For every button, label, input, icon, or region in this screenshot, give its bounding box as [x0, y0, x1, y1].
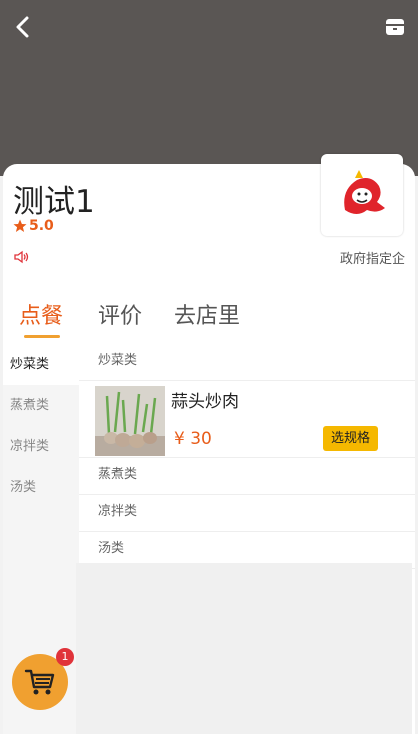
- store-rating: 5.0: [13, 218, 54, 234]
- sidebar-item-steamed[interactable]: 蒸煮类: [3, 385, 79, 426]
- store-banner: [0, 0, 418, 176]
- menu-empty-area: [76, 563, 412, 734]
- store-name: 测试1: [13, 184, 95, 220]
- store-logo: [321, 154, 403, 236]
- store-notice: 政府指定企: [340, 252, 406, 267]
- cart-icon: [24, 669, 55, 695]
- tab-reviews[interactable]: 评价: [98, 298, 142, 330]
- tab-order[interactable]: 点餐: [19, 298, 63, 330]
- sidebar-item-cold[interactable]: 凉拌类: [3, 426, 79, 467]
- tab-underline: [24, 335, 60, 338]
- dish-price: ¥ 30: [174, 429, 212, 449]
- star-icon: [13, 219, 27, 232]
- sidebar-item-soup[interactable]: 汤类: [3, 467, 79, 508]
- dish-photo: [95, 386, 165, 456]
- tab-bar: 点餐 评价 去店里: [3, 298, 415, 344]
- red-horse-logo: [332, 165, 392, 225]
- cart-count-badge: 1: [56, 648, 74, 666]
- section-header: 凉拌类: [79, 495, 415, 532]
- chevron-left-icon[interactable]: [12, 14, 34, 40]
- list-item[interactable]: 蒜头炒肉 ¥ 30 选规格: [79, 381, 415, 458]
- section-header: 炒菜类: [79, 344, 415, 381]
- speaker-icon: [14, 250, 29, 264]
- tab-visit-store[interactable]: 去店里: [174, 298, 240, 330]
- menu-list: 炒菜类 蒜头炒肉 ¥ 30 选规格 蒸煮类 凉拌类 汤类: [79, 344, 415, 569]
- store-icon[interactable]: [384, 16, 406, 38]
- dish-name: 蒜头炒肉: [171, 392, 239, 412]
- section-header: 蒸煮类: [79, 458, 415, 495]
- rating-value: 5.0: [29, 218, 54, 234]
- sidebar-item-stir-fry[interactable]: 炒菜类: [3, 344, 79, 385]
- choose-spec-button[interactable]: 选规格: [323, 426, 378, 451]
